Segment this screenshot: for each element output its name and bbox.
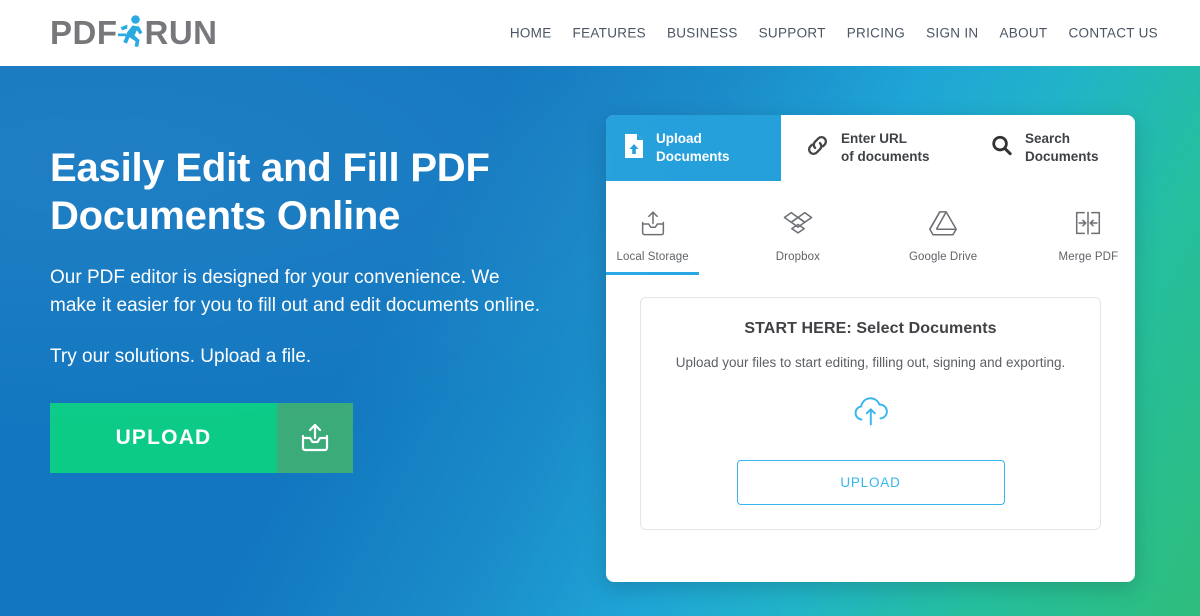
tab-upload-documents[interactable]: Upload Documents <box>606 115 781 181</box>
upload-card: Upload Documents Enter URL of documents <box>606 115 1135 582</box>
tab-label-line1: Search <box>1025 131 1071 147</box>
nav-item-contact-us[interactable]: CONTACT US <box>1068 26 1158 41</box>
tab-label-line2: Documents <box>1025 149 1099 164</box>
dropbox-icon <box>751 205 844 239</box>
card-tabs: Upload Documents Enter URL of documents <box>606 115 1135 181</box>
tab-upload-documents-label: Upload Documents <box>656 130 730 165</box>
site-header: PDF RUN HOME FEATURES BUSINESS SUPPORT P… <box>0 0 1200 66</box>
link-icon <box>805 133 830 163</box>
search-icon <box>989 133 1014 163</box>
google-drive-icon <box>897 205 990 239</box>
source-local-storage[interactable]: Local Storage <box>606 205 700 275</box>
nav-item-features[interactable]: FEATURES <box>573 26 646 41</box>
tab-enter-url[interactable]: Enter URL of documents <box>781 115 967 181</box>
logo-text-run: RUN <box>144 14 218 51</box>
document-upload-icon <box>623 133 645 164</box>
hero-section: Easily Edit and Fill PDF Documents Onlin… <box>0 66 1200 616</box>
hero-upload-button-label: UPLOAD <box>115 425 212 449</box>
cloud-upload-icon <box>849 394 893 433</box>
hero-upload-button[interactable]: UPLOAD <box>50 402 353 473</box>
main-navigation: HOME FEATURES BUSINESS SUPPORT PRICING S… <box>510 26 1158 41</box>
source-google-drive[interactable]: Google Drive <box>897 205 990 275</box>
merge-pdf-icon <box>1042 205 1135 239</box>
dropzone-title: START HERE: Select Documents <box>744 320 997 337</box>
dropzone-upload-button[interactable]: UPLOAD <box>736 460 1005 505</box>
tab-label-line2: of documents <box>841 149 930 164</box>
upload-tray-icon <box>277 402 353 473</box>
source-local-storage-label: Local Storage <box>616 251 689 263</box>
nav-item-sign-in[interactable]: SIGN IN <box>926 26 978 41</box>
tab-label-line1: Upload <box>656 131 702 147</box>
tab-enter-url-label: Enter URL of documents <box>841 130 930 165</box>
nav-item-about[interactable]: ABOUT <box>999 26 1047 41</box>
nav-item-pricing[interactable]: PRICING <box>847 26 905 41</box>
logo[interactable]: PDF RUN <box>50 14 218 52</box>
hero-subline: Try our solutions. Upload a file. <box>50 346 312 368</box>
logo-text-pdf: PDF <box>50 14 118 51</box>
source-google-drive-label: Google Drive <box>908 251 978 263</box>
running-person-icon <box>114 13 148 49</box>
hero-paragraph: Our PDF editor is designed for your conv… <box>50 267 541 316</box>
source-dropbox-label: Dropbox <box>775 251 820 263</box>
tab-search-documents-label: Search Documents <box>1025 130 1099 165</box>
hero-copy: Easily Edit and Fill PDF Documents Onlin… <box>50 144 570 473</box>
nav-item-home[interactable]: HOME <box>510 26 552 41</box>
source-dropbox[interactable]: Dropbox <box>751 205 844 275</box>
nav-item-support[interactable]: SUPPORT <box>759 26 826 41</box>
tab-label-line2: Documents <box>656 149 730 164</box>
page-title: Easily Edit and Fill PDF Documents Onlin… <box>50 146 490 238</box>
dropzone-subtitle: Upload your files to start editing, fill… <box>675 355 1066 370</box>
tray-upload-icon <box>606 205 699 239</box>
tab-search-documents[interactable]: Search Documents <box>967 115 1116 181</box>
dropzone[interactable]: START HERE: Select Documents Upload your… <box>640 297 1101 530</box>
nav-item-business[interactable]: BUSINESS <box>667 26 738 41</box>
tab-label-line1: Enter URL <box>841 131 908 147</box>
source-tabs: Local Storage Dropbox Google Drive Merge… <box>606 181 1135 275</box>
source-merge-pdf[interactable]: Merge PDF <box>1042 205 1135 275</box>
source-merge-pdf-label: Merge PDF <box>1058 251 1119 263</box>
